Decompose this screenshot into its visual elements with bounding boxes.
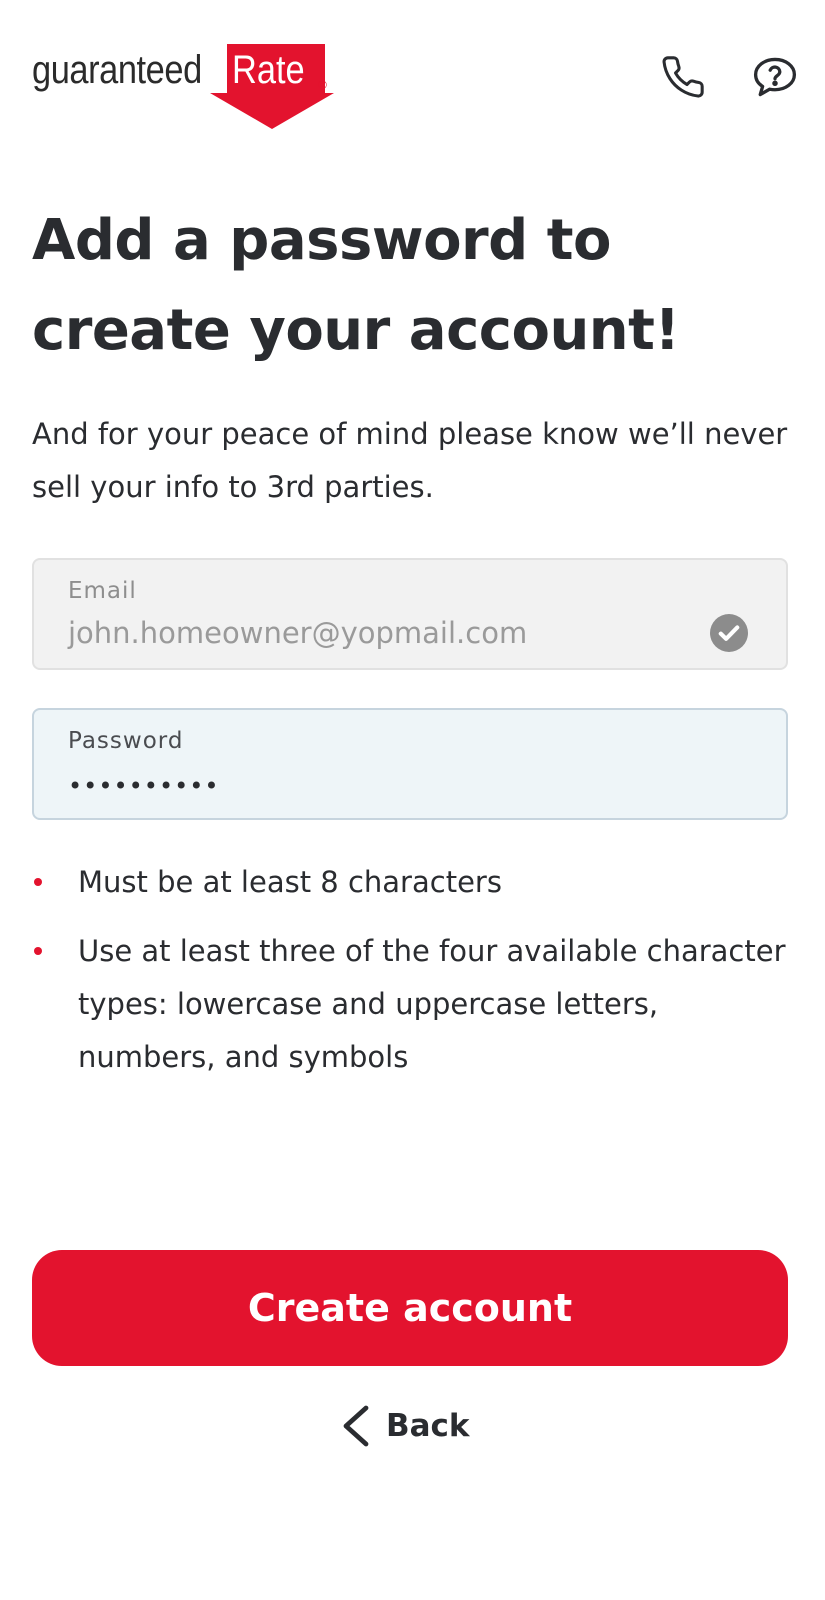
back-link[interactable]: Back bbox=[338, 1398, 498, 1454]
password-masked-value[interactable]: •••••••••• bbox=[68, 772, 220, 800]
logo-registered-mark: ® bbox=[318, 78, 327, 92]
help-chat-icon bbox=[753, 57, 797, 97]
bullet-dot bbox=[34, 947, 42, 955]
page-title: Add a password to create your account! bbox=[32, 208, 680, 363]
app-header: guaranteed Rate ® bbox=[0, 0, 825, 140]
logo-wordmark-rate: Rate bbox=[232, 48, 305, 92]
guaranteed-rate-logo[interactable]: guaranteed Rate ® bbox=[32, 44, 334, 130]
check-circle-icon bbox=[710, 614, 748, 652]
email-field[interactable]: Email john.homeowner@yopmail.com bbox=[32, 558, 788, 670]
requirement-text: Must be at least 8 characters bbox=[78, 865, 502, 899]
phone-icon bbox=[662, 56, 704, 98]
password-field[interactable]: Password •••••••••• bbox=[32, 708, 788, 820]
logo-arrow-shape bbox=[210, 93, 334, 129]
requirement-item: Use at least three of the four available… bbox=[32, 925, 792, 1084]
password-requirements-list: Must be at least 8 characters Use at lea… bbox=[32, 856, 792, 1100]
bullet-dot bbox=[34, 878, 42, 886]
requirement-item: Must be at least 8 characters bbox=[32, 856, 792, 909]
privacy-subtitle: And for your peace of mind please know w… bbox=[32, 417, 788, 504]
call-button[interactable] bbox=[658, 52, 708, 102]
password-label: Password bbox=[68, 728, 184, 754]
email-value: john.homeowner@yopmail.com bbox=[68, 616, 528, 650]
help-button[interactable] bbox=[750, 52, 800, 102]
email-label: Email bbox=[68, 578, 137, 604]
create-account-button[interactable]: Create account bbox=[32, 1250, 788, 1366]
back-label: Back bbox=[386, 1408, 470, 1444]
chevron-left-icon bbox=[343, 1405, 369, 1447]
logo-wordmark-guaranteed: guaranteed bbox=[32, 48, 202, 92]
requirement-text: Use at least three of the four available… bbox=[78, 934, 786, 1074]
